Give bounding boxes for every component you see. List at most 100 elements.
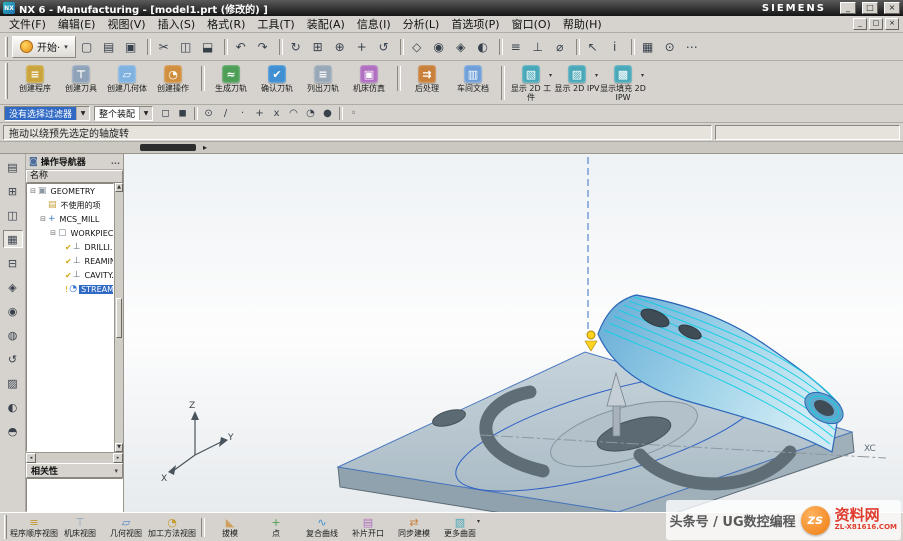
mid-point-snap-icon[interactable]: · (234, 106, 251, 121)
scroll-right-arrow-icon[interactable]: ▸ (203, 143, 207, 153)
create-program-button[interactable]: ≡ 创建程序 (12, 63, 58, 94)
arc-center-snap-icon[interactable]: ◠ (285, 106, 302, 121)
scroll-down-icon[interactable]: ▼ (115, 443, 123, 452)
chevron-down-icon[interactable]: ▼ (76, 107, 89, 120)
quadrant-snap-icon[interactable]: ◔ (302, 106, 319, 121)
simulate-machine-button[interactable]: ▣ 机床仿真 (346, 63, 392, 94)
paste-icon[interactable]: ⬓ (197, 36, 219, 58)
toolbar-grip[interactable] (5, 37, 8, 57)
object-info-icon[interactable]: i (604, 36, 626, 58)
child-minimize-button[interactable]: _ (853, 18, 867, 30)
wcs-display-icon[interactable]: ⊥ (527, 36, 549, 58)
reuse-library-icon[interactable]: ◈ (3, 278, 23, 296)
viewport-canvas[interactable]: XC Z Y (124, 154, 903, 512)
navigator-titlebar[interactable]: ◙ 操作导航器 ... (26, 154, 123, 170)
perspective-icon[interactable]: ◐ (472, 36, 494, 58)
draft-button[interactable]: ◣ 拔模 (207, 514, 253, 541)
scroll-right-icon[interactable]: ▸ (113, 453, 123, 463)
new-file-icon[interactable]: ▢ (76, 36, 98, 58)
list-toolpath-button[interactable]: ≡ 列出刀轨 (300, 63, 346, 94)
restore-button[interactable]: □ (862, 2, 878, 14)
expander-icon[interactable]: ⊟ (29, 187, 37, 195)
shaded-style-icon[interactable]: ◉ (428, 36, 450, 58)
tree-node-unused-items[interactable]: ▤ 不使用的项 (27, 198, 113, 212)
system-scenes-icon[interactable]: ◓ (3, 422, 23, 440)
hd3d-tools-icon[interactable]: ◉ (3, 302, 23, 320)
copy-icon[interactable]: ◫ (175, 36, 197, 58)
child-restore-button[interactable]: □ (869, 18, 883, 30)
machining-method-view-button[interactable]: ◔ 加工方法视图 (149, 514, 195, 541)
assembly-navigator-icon[interactable]: ▤ (3, 158, 23, 176)
cut-icon[interactable]: ✂ (153, 36, 175, 58)
redo-icon[interactable]: ↷ (252, 36, 274, 58)
show-filled-2d-ipw-button[interactable]: ▩ ▾ 显示填充 2D IPW (600, 63, 646, 103)
start-button[interactable]: 开始· ▾ (12, 36, 76, 58)
graphics-viewport[interactable]: XC Z Y (124, 154, 903, 512)
layer-settings-icon[interactable]: ≡ (505, 36, 527, 58)
measure-icon[interactable]: ⌀ (549, 36, 571, 58)
snap-point-toggle-icon[interactable]: ⊙ (200, 106, 217, 121)
inside-outside-icon[interactable]: ◼ (174, 106, 191, 121)
selection-filter-dropdown[interactable]: 没有选择过滤器 ▼ (4, 106, 90, 121)
tree-node-geometry[interactable]: ⊟ ▣ GEOMETRY (27, 184, 113, 198)
wireframe-style-icon[interactable]: ◇ (406, 36, 428, 58)
control-point-snap-icon[interactable]: + (251, 106, 268, 121)
save-icon[interactable]: ▣ (120, 36, 142, 58)
menu-information[interactable]: 信息(I) (351, 15, 397, 33)
point-on-curve-snap-icon[interactable]: ◦ (345, 106, 362, 121)
selection-scope-dropdown[interactable]: 整个装配 ▼ (94, 106, 153, 121)
pan-icon[interactable]: + (351, 36, 373, 58)
part-navigator-icon[interactable]: ◫ (3, 206, 23, 224)
point-button[interactable]: + 点 (253, 514, 299, 541)
program-order-view-button[interactable]: ≡ 程序顺序视图 (11, 514, 57, 541)
history-icon[interactable]: ↺ (3, 350, 23, 368)
dock-handle-icon[interactable]: ... (111, 157, 120, 166)
minimize-button[interactable]: _ (840, 2, 856, 14)
generate-toolpath-button[interactable]: ≈ 生成刀轨 (208, 63, 254, 94)
expander-icon[interactable]: ⊟ (49, 229, 57, 237)
constraint-navigator-icon[interactable]: ⊞ (3, 182, 23, 200)
child-close-button[interactable]: × (885, 18, 899, 30)
customize-icon[interactable]: ⋯ (681, 36, 703, 58)
composite-curve-button[interactable]: ∿ 复合曲线 (299, 514, 345, 541)
scroll-left-icon[interactable]: ◂ (26, 453, 36, 463)
menu-insert[interactable]: 插入(S) (152, 15, 202, 33)
end-point-snap-icon[interactable]: / (217, 106, 234, 121)
toolbar-grip[interactable] (4, 515, 7, 539)
zoom-icon[interactable]: ⊕ (329, 36, 351, 58)
menu-file[interactable]: 文件(F) (3, 15, 52, 33)
operation-navigator-icon[interactable]: ▦ (3, 230, 23, 248)
postprocess-button[interactable]: ⇉ 后处理 (404, 63, 450, 94)
rotate-view-icon[interactable]: ↺ (373, 36, 395, 58)
tree-node-reaming[interactable]: ✔ ⊥ REAMIN... (27, 254, 113, 268)
view-orientation-icon[interactable]: ◈ (450, 36, 472, 58)
tree-node-mcs-mill[interactable]: ⊟ + MCS_MILL (27, 212, 113, 226)
existing-point-snap-icon[interactable]: ● (319, 106, 336, 121)
tree-node-workpiece[interactable]: ⊟ ▢ WORKPIECE (27, 226, 113, 240)
menu-preferences[interactable]: 首选项(P) (445, 15, 505, 33)
selection-arrow-icon[interactable]: ↖ (582, 36, 604, 58)
scroll-thumb[interactable] (116, 298, 122, 338)
toolbar-grip[interactable] (5, 63, 8, 99)
menu-help[interactable]: 帮助(H) (557, 15, 608, 33)
menu-format[interactable]: 格式(R) (201, 15, 251, 33)
web-browser-icon[interactable]: ◍ (3, 326, 23, 344)
shop-doc-button[interactable]: ▥ 车间文档 (450, 63, 496, 94)
tree-vertical-scrollbar[interactable]: ▲ ▼ (114, 183, 123, 452)
chevron-down-icon[interactable]: ▼ (139, 107, 152, 120)
show-2d-workpiece-button[interactable]: ▧ ▾ 显示 2D 工件 (508, 63, 554, 103)
tree-node-drilling[interactable]: ✔ ⊥ DRILLI... (27, 240, 113, 254)
menu-assemblies[interactable]: 装配(A) (301, 15, 351, 33)
create-tool-button[interactable]: ⊤ 创建刀具 (58, 63, 104, 94)
machine-tool-view-button[interactable]: ⊤ 机床视图 (57, 514, 103, 541)
menu-tools[interactable]: 工具(T) (251, 15, 300, 33)
patch-opening-button[interactable]: ▤ 补片开口 (345, 514, 391, 541)
create-operation-button[interactable]: ◔ 创建操作 (150, 63, 196, 94)
close-button[interactable]: × (884, 2, 900, 14)
intersection-snap-icon[interactable]: x (268, 106, 285, 121)
materials-icon[interactable]: ▨ (3, 374, 23, 392)
refresh-view-icon[interactable]: ↻ (285, 36, 307, 58)
geometry-view-button[interactable]: ▱ 几何视图 (103, 514, 149, 541)
synchronous-modeling-button[interactable]: ⇄ 同步建模 (391, 514, 437, 541)
roles-icon[interactable]: ◐ (3, 398, 23, 416)
